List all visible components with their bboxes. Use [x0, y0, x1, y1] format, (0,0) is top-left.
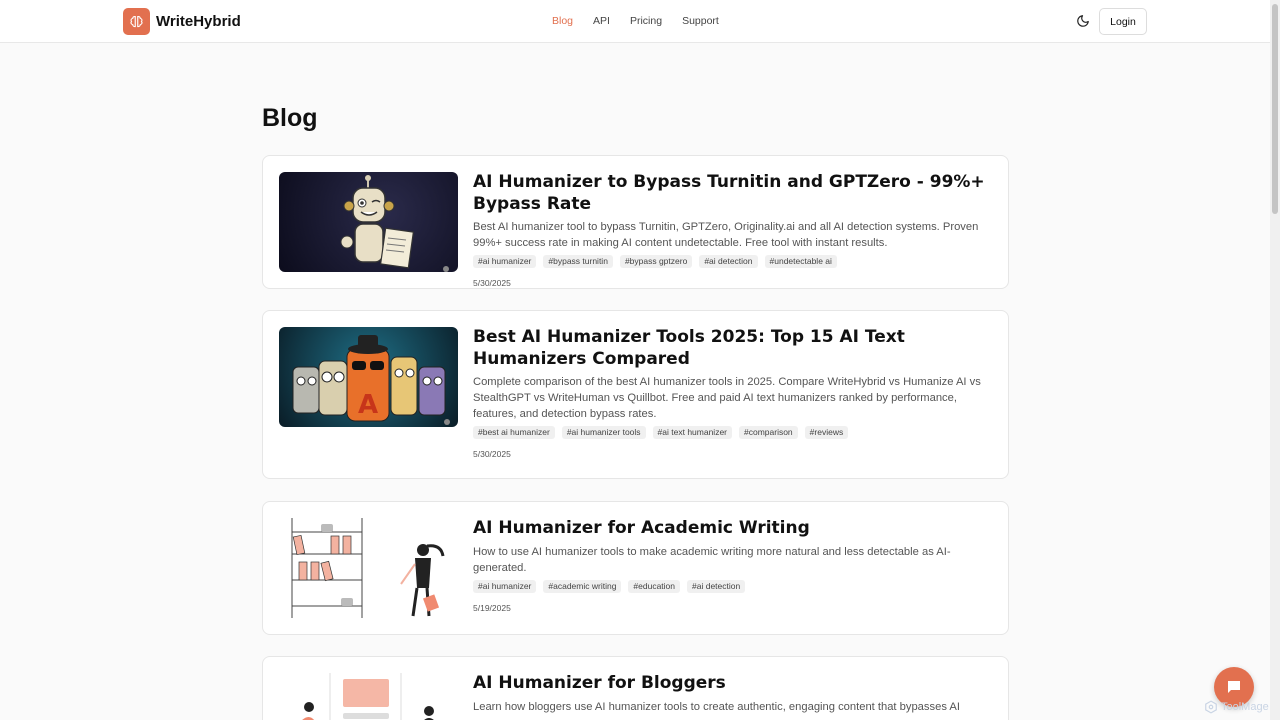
tag[interactable]: #ai humanizer tools: [561, 426, 646, 439]
characters-thumbnail: A: [279, 327, 458, 427]
tag[interactable]: #comparison: [739, 426, 798, 439]
post-content: AI Humanizer for Bloggers Learn how blog…: [473, 673, 993, 715]
brand-link[interactable]: WriteHybrid: [123, 8, 241, 35]
tag[interactable]: #ai text humanizer: [652, 426, 732, 439]
post-title[interactable]: AI Humanizer for Academic Writing: [473, 518, 993, 540]
post-description: Best AI humanizer tool to bypass Turniti…: [473, 221, 979, 249]
page-title: Blog: [262, 104, 318, 132]
post-date: 5/30/2025: [473, 278, 511, 288]
post-date: 5/30/2025: [473, 449, 511, 459]
svg-text:A: A: [358, 390, 378, 420]
post-tags: #ai humanizer #academic writing #educati…: [473, 579, 993, 593]
brain-logo-icon: [123, 8, 150, 35]
blog-post-card[interactable]: AI Humanizer for Bloggers Learn how blog…: [262, 656, 1009, 720]
bloggers-thumbnail: [279, 673, 458, 720]
tag[interactable]: #ai humanizer: [473, 579, 537, 593]
nav-api[interactable]: API: [593, 15, 610, 27]
post-title[interactable]: Best AI Humanizer Tools 2025: Top 15 AI …: [473, 327, 993, 370]
post-content: AI Humanizer for Academic Writing How to…: [473, 518, 993, 613]
main-nav: Blog API Pricing Support: [552, 15, 739, 27]
brand-name: WriteHybrid: [156, 13, 241, 30]
tag[interactable]: #undetectable ai: [764, 255, 837, 268]
blog-post-card[interactable]: AI Humanizer to Bypass Turnitin and GPTZ…: [262, 155, 1009, 289]
watermark-text: ToolMage: [1221, 701, 1269, 713]
post-tags: #ai humanizer #bypass turnitin #bypass g…: [473, 255, 993, 268]
tag[interactable]: #academic writing: [543, 579, 622, 593]
moon-icon[interactable]: [1076, 14, 1090, 28]
post-content: AI Humanizer to Bypass Turnitin and GPTZ…: [473, 172, 993, 288]
blog-post-card[interactable]: AI Humanizer for Academic Writing How to…: [262, 501, 1009, 635]
login-button[interactable]: Login: [1099, 8, 1147, 35]
tag[interactable]: #reviews: [804, 426, 849, 439]
post-description: How to use AI humanizer tools to make ac…: [473, 545, 951, 574]
watermark-logo-icon: [1205, 700, 1217, 714]
tag[interactable]: #ai humanizer: [473, 255, 537, 268]
nav-blog[interactable]: Blog: [552, 15, 573, 27]
post-title[interactable]: AI Humanizer for Bloggers: [473, 673, 993, 695]
post-date: 5/19/2025: [473, 602, 511, 613]
tag[interactable]: #education: [628, 579, 681, 593]
post-tags: #best ai humanizer #ai humanizer tools #…: [473, 426, 993, 439]
nav-pricing[interactable]: Pricing: [630, 15, 662, 27]
tag[interactable]: #bypass turnitin: [543, 255, 613, 268]
scrollbar-thumb[interactable]: [1272, 4, 1278, 214]
robot-thumbnail: [279, 172, 458, 272]
post-description: Complete comparison of the best AI human…: [473, 376, 981, 420]
bookshelf-thumbnail: [279, 518, 458, 618]
nav-support[interactable]: Support: [682, 15, 719, 27]
watermark: ToolMage: [1204, 700, 1269, 714]
site-header: WriteHybrid Blog API Pricing Support Log…: [0, 0, 1270, 43]
tag[interactable]: #ai detection: [687, 579, 746, 593]
blog-post-card[interactable]: A Best AI Humanizer Tools 2025: Top 15 A…: [262, 310, 1009, 479]
post-description: Learn how bloggers use AI humanizer tool…: [473, 700, 960, 713]
post-content: Best AI Humanizer Tools 2025: Top 15 AI …: [473, 327, 993, 459]
post-title[interactable]: AI Humanizer to Bypass Turnitin and GPTZ…: [473, 172, 993, 215]
tag[interactable]: #ai detection: [699, 255, 758, 268]
tag[interactable]: #bypass gptzero: [619, 255, 693, 268]
tag[interactable]: #best ai humanizer: [473, 426, 555, 439]
